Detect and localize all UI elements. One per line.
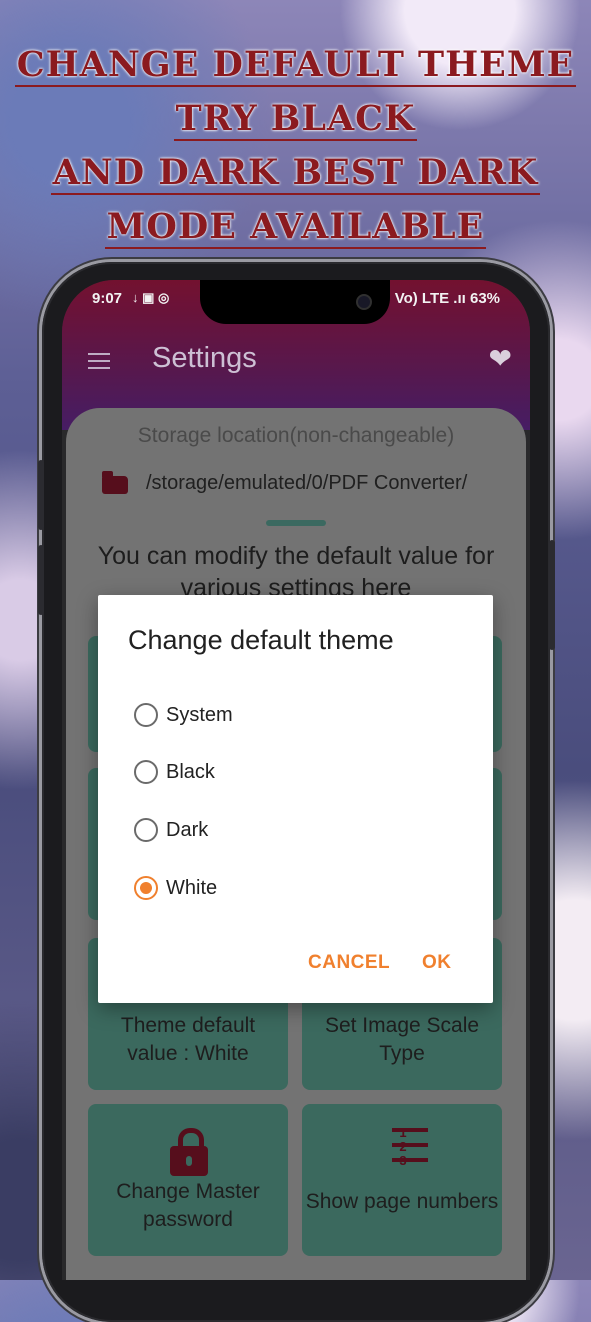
radio-button[interactable] [134, 703, 158, 727]
promo-headline: CHANGE DEFAULT THEME TRY BLACK AND DARK … [0, 38, 591, 254]
volume-button [38, 545, 44, 615]
promo-line-4: MODE AVAILABLE [104, 206, 487, 249]
theme-option-dark[interactable]: Dark [134, 814, 454, 844]
radio-button-selected[interactable] [134, 876, 158, 900]
power-button [549, 540, 555, 650]
change-theme-dialog: Change default theme System Black Dark W… [98, 595, 493, 1003]
option-label: Dark [166, 819, 209, 841]
theme-option-white[interactable]: White [134, 872, 454, 902]
ok-button[interactable]: OK [422, 952, 452, 974]
theme-option-black[interactable]: Black [134, 756, 454, 786]
promo-line-1: CHANGE DEFAULT THEME [14, 44, 577, 87]
promo-line-3: AND DARK BEST DARK [50, 152, 541, 195]
radio-button[interactable] [134, 818, 158, 842]
theme-option-system[interactable]: System [134, 699, 454, 729]
promo-line-2: TRY BLACK [173, 98, 418, 141]
option-label: System [166, 704, 233, 726]
cancel-button[interactable]: CANCEL [308, 952, 390, 974]
radio-button[interactable] [134, 760, 158, 784]
volume-button [38, 460, 44, 530]
option-label: White [166, 877, 218, 899]
option-label: Black [166, 761, 215, 783]
dialog-title: Change default theme [128, 625, 394, 655]
